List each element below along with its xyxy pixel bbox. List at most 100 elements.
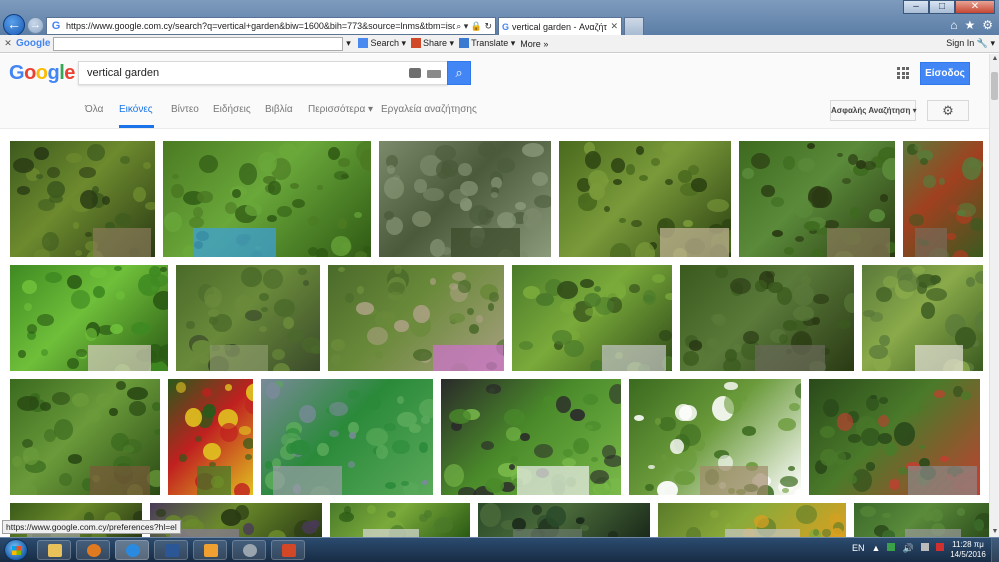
tab-search-tools[interactable]: Εργαλεία αναζήτησης [381, 104, 477, 115]
address-bar[interactable]: G https://www.google.com.cy/search?q=ver… [46, 17, 496, 35]
new-tab-button[interactable] [624, 17, 644, 35]
image-result-thumbnail[interactable] [854, 503, 989, 537]
foliage-texture [650, 158, 661, 166]
image-result-thumbnail[interactable] [862, 265, 983, 371]
taskbar-internet-explorer[interactable] [115, 540, 149, 560]
image-result-thumbnail[interactable] [478, 503, 650, 537]
google-logo[interactable]: Google [9, 62, 75, 85]
image-result-thumbnail[interactable] [10, 141, 155, 257]
maximize-icon[interactable]: □ [929, 0, 955, 14]
settings-gear-icon[interactable]: ⚙ [982, 18, 993, 32]
image-result-thumbnail[interactable] [512, 265, 672, 371]
apps-grid-icon[interactable] [897, 67, 909, 79]
scrollbar-thumb[interactable] [991, 72, 998, 100]
image-result-thumbnail[interactable] [330, 503, 470, 537]
volume-icon[interactable]: 🔊 [902, 543, 913, 554]
toolbar-signin-label: Sign In [946, 38, 975, 48]
keyboard-icon[interactable] [427, 70, 441, 78]
image-result-thumbnail[interactable] [658, 503, 846, 537]
toolbar-close-icon[interactable]: ✕ [0, 38, 16, 49]
image-result-thumbnail[interactable] [441, 379, 621, 495]
foliage-texture [198, 355, 209, 365]
safe-search-dropdown[interactable]: Ασφαλής Αναζήτηση ▾ [830, 100, 917, 121]
foliage-texture [715, 266, 728, 278]
back-arrow-icon[interactable]: ← [3, 14, 25, 36]
image-result-thumbnail[interactable] [261, 379, 433, 495]
scroll-up-icon[interactable]: ▲ [990, 54, 999, 64]
foliage-texture [532, 504, 543, 515]
start-button[interactable] [4, 539, 28, 561]
network-tray-icon[interactable] [887, 543, 896, 551]
toolbar-share-button[interactable]: Share ▾ [411, 38, 454, 49]
toolbar-more-button[interactable]: More » [520, 39, 548, 49]
taskbar-media-player[interactable] [76, 540, 110, 560]
show-desktop-button[interactable] [991, 538, 999, 562]
toolbar-search-button[interactable]: Search ▾ [358, 38, 406, 49]
address-tools[interactable]: ⌕ ▾ 🔒 ↻ [455, 21, 495, 32]
taskbar-app-gray[interactable] [232, 540, 266, 560]
search-box[interactable]: vertical garden [78, 61, 448, 85]
tab-news[interactable]: Ειδήσεις [213, 104, 251, 115]
signin-button[interactable]: Είσοδος [920, 62, 970, 85]
foliage-texture [344, 293, 355, 304]
scroll-down-icon[interactable]: ▼ [990, 527, 999, 537]
search-query[interactable]: vertical garden [87, 67, 159, 79]
page-scrollbar[interactable]: ▲ ▼ [989, 54, 999, 537]
close-window-icon[interactable]: ✕ [955, 0, 995, 14]
home-icon[interactable]: ⌂ [950, 18, 957, 32]
image-result-thumbnail[interactable] [168, 379, 253, 495]
camera-icon[interactable] [409, 68, 421, 78]
foliage-texture [974, 519, 985, 531]
foliage-texture [394, 319, 409, 333]
image-result-thumbnail[interactable] [629, 379, 801, 495]
address-url[interactable]: https://www.google.com.cy/search?q=verti… [66, 21, 455, 31]
taskbar-explorer[interactable] [37, 540, 71, 560]
action-center-flag-icon[interactable] [935, 543, 944, 551]
foliage-texture [34, 146, 50, 160]
taskbar-powerpoint[interactable] [271, 540, 305, 560]
image-result-thumbnail[interactable] [903, 141, 983, 257]
forward-arrow-icon[interactable]: → [27, 17, 44, 34]
toolbar-translate-button[interactable]: Translate ▾ [459, 38, 515, 49]
foliage-texture [638, 175, 648, 182]
foliage-texture [509, 455, 519, 463]
image-result-thumbnail[interactable] [10, 379, 160, 495]
display-tray-icon[interactable] [920, 543, 929, 551]
language-indicator[interactable]: EN [852, 543, 865, 554]
settings-gear-icon[interactable]: ⚙ [927, 100, 969, 121]
clock[interactable]: 11:28 πμ 14/5/2016 [948, 540, 988, 560]
show-hidden-icons[interactable]: ▲ [872, 543, 881, 554]
browser-tab-active[interactable]: G vertical garden - Αναζήτηση... ✕ [498, 17, 622, 35]
image-result-thumbnail[interactable] [379, 141, 551, 257]
image-result-thumbnail[interactable] [680, 265, 854, 371]
toolbar-search-input[interactable] [53, 36, 344, 51]
foliage-texture [331, 353, 342, 365]
tab-close-icon[interactable]: ✕ [610, 21, 618, 32]
foliage-texture [710, 509, 719, 519]
foliage-texture [85, 327, 97, 342]
tab-all[interactable]: Όλα [85, 104, 103, 115]
foliage-texture [659, 417, 676, 432]
taskbar-app-orange[interactable] [193, 540, 227, 560]
toolbar-signin-link[interactable]: Sign In 🔧 ▾ [946, 38, 995, 49]
toolbar-dropdown-icon[interactable]: ▾ [343, 38, 353, 49]
minimize-icon[interactable]: – [903, 0, 929, 14]
image-result-thumbnail[interactable] [176, 265, 320, 371]
tab-images[interactable]: Εικόνες [119, 104, 153, 115]
image-result-thumbnail[interactable] [559, 141, 731, 257]
image-result-thumbnail[interactable] [10, 265, 168, 371]
foliage-texture [435, 160, 453, 179]
image-result-thumbnail[interactable] [739, 141, 895, 257]
foliage-texture [449, 409, 472, 425]
taskbar-word[interactable] [154, 540, 188, 560]
search-button[interactable]: ⌕ [447, 61, 471, 85]
image-accent [90, 466, 151, 495]
image-result-thumbnail[interactable] [809, 379, 980, 495]
image-result-thumbnail[interactable] [163, 141, 371, 257]
image-result-thumbnail[interactable] [328, 265, 504, 371]
foliage-texture [609, 383, 621, 405]
tab-videos[interactable]: Βίντεο [171, 104, 199, 115]
tab-more[interactable]: Περισσότερα ▾ [308, 104, 373, 115]
tab-books[interactable]: Βιβλία [265, 104, 293, 115]
favorites-star-icon[interactable]: ★ [964, 18, 975, 32]
